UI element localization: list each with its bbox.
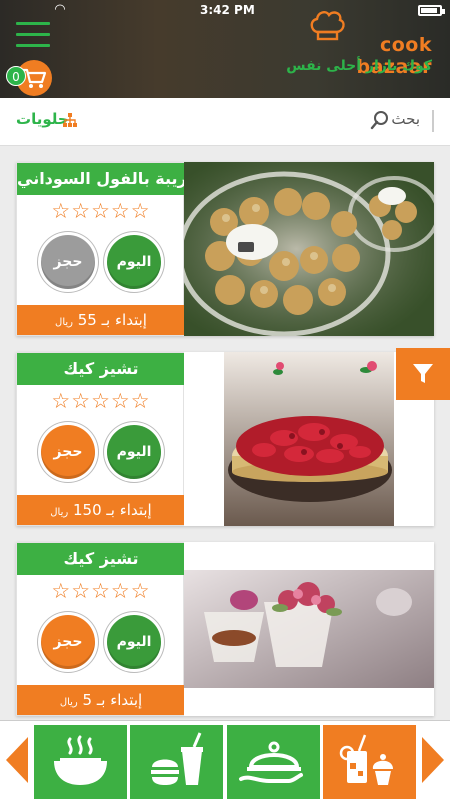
price-currency: ريال	[50, 507, 69, 518]
search-bar: بحث حلويات	[0, 98, 450, 146]
search-icon[interactable]	[370, 110, 390, 130]
menu-icon[interactable]	[16, 22, 50, 48]
app-logo: cook bazaar كوك بازار أحلى نفس	[286, 8, 432, 78]
price-bar: إبتداء بـ 150 ريال	[17, 495, 185, 525]
product-info: تشيز كيك ☆☆☆☆☆ حجز اليوم إبتداء بـ 5 ريا…	[16, 542, 185, 716]
product-image[interactable]	[184, 542, 434, 716]
price-prefix: إبتداء بـ	[106, 501, 152, 519]
product-title: تشيز كيك	[17, 353, 185, 385]
soup-bowl-icon	[54, 735, 107, 785]
brand-tagline: كوك بازار أحلى نفس	[286, 58, 432, 74]
product-title: تشيز كيك	[17, 543, 185, 575]
cart-button[interactable]: 0	[4, 58, 52, 96]
arrow-right-icon[interactable]	[420, 735, 446, 785]
status-time: 3:42 PM	[200, 3, 255, 17]
price-prefix: إبتداء بـ	[96, 691, 143, 709]
price-bar: إبتداء بـ 5 ريال	[17, 685, 185, 715]
price-value: 150	[72, 501, 102, 519]
today-button[interactable]: اليوم	[107, 235, 161, 289]
price-bar: إبتداء بـ 55 ريال	[17, 305, 185, 335]
filter-button[interactable]	[396, 348, 450, 400]
today-button[interactable]: اليوم	[107, 425, 161, 479]
category-label[interactable]: حلويات	[16, 110, 69, 128]
book-button[interactable]: حجز	[41, 615, 95, 669]
price-currency: ريال	[59, 697, 78, 708]
product-info: تشيز كيك ☆☆☆☆☆ حجز اليوم إبتداء بـ 150 ر…	[16, 352, 185, 526]
drinks-desserts-icon	[339, 734, 393, 785]
product-card[interactable]: تشيز كيك ☆☆☆☆☆ حجز اليوم إبتداء بـ 150 ر…	[16, 352, 434, 526]
category-tree-icon	[63, 113, 77, 127]
category-main-dishes[interactable]	[227, 725, 320, 799]
category-soups[interactable]	[34, 725, 127, 799]
product-card[interactable]: تشيز كيك ☆☆☆☆☆ حجز اليوم إبتداء بـ 5 ريا…	[16, 542, 434, 716]
bottom-category-nav	[0, 720, 450, 800]
category-desserts-drinks[interactable]	[323, 725, 416, 799]
product-image[interactable]	[184, 162, 434, 336]
today-button[interactable]: اليوم	[107, 615, 161, 669]
search-input[interactable]: بحث	[391, 110, 420, 128]
fast-food-icon	[151, 732, 203, 785]
wifi-icon: ◠	[55, 2, 65, 17]
rating-stars[interactable]: ☆☆☆☆☆	[17, 389, 185, 413]
filter-icon	[413, 364, 433, 383]
book-button[interactable]: حجز	[41, 425, 95, 479]
rating-stars[interactable]: ☆☆☆☆☆	[17, 199, 185, 223]
cart-count-badge: 0	[6, 66, 26, 86]
serving-dish-icon	[239, 741, 303, 783]
search-divider	[432, 110, 434, 132]
book-button[interactable]: حجز	[41, 235, 95, 289]
arrow-left-icon[interactable]	[4, 735, 30, 785]
app-header: ◠ 3:42 PM 0 cook bazaar كوك بازار أحلى ن…	[0, 0, 450, 98]
product-info: غريبة بالفول السوداني ☆☆☆☆☆ حجز اليوم إب…	[16, 162, 198, 336]
price-value: 55	[77, 311, 97, 329]
rating-stars[interactable]: ☆☆☆☆☆	[17, 579, 185, 603]
product-title: غريبة بالفول السوداني	[17, 163, 198, 195]
category-fast-food[interactable]	[130, 725, 223, 799]
price-prefix: إبتداء بـ	[101, 311, 147, 329]
price-currency: ريال	[55, 317, 73, 328]
product-card[interactable]: غريبة بالفول السوداني ☆☆☆☆☆ حجز اليوم إب…	[16, 162, 434, 336]
price-value: 5	[82, 691, 93, 709]
